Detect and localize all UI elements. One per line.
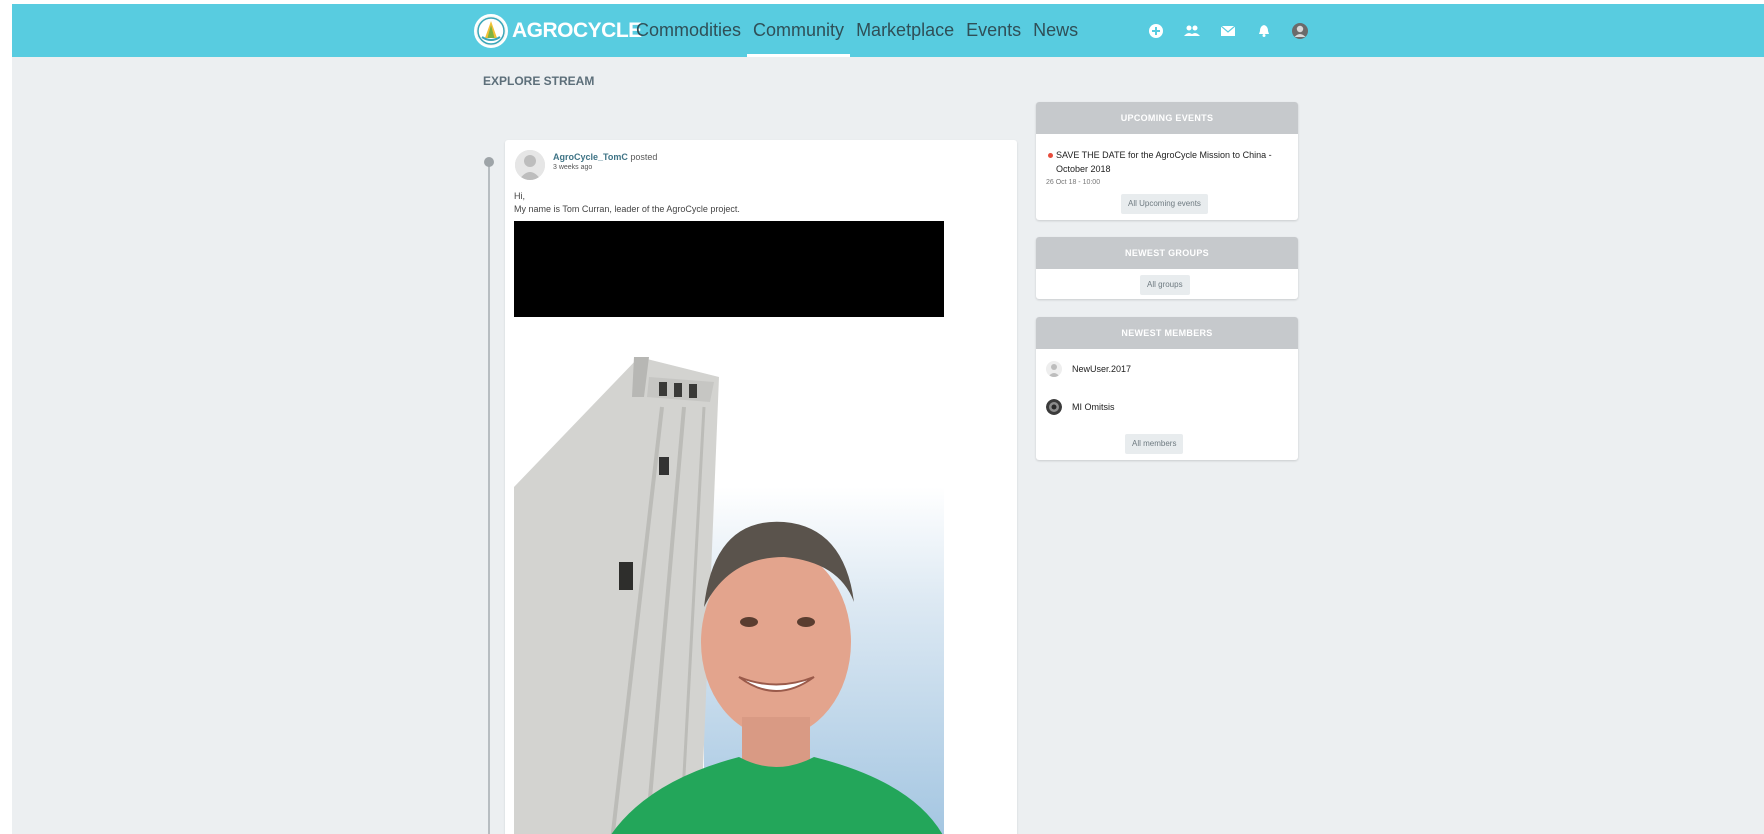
author-avatar[interactable] bbox=[515, 150, 545, 180]
all-members-button[interactable]: All members bbox=[1125, 434, 1184, 454]
event-date: 26 Oct 18 - 10:00 bbox=[1046, 179, 1101, 186]
timeline-line bbox=[488, 162, 490, 834]
post-text-line: My name is Tom Curran, leader of the Agr… bbox=[514, 204, 740, 214]
stream-title: EXPLORE STREAM bbox=[483, 74, 595, 88]
post-action: posted bbox=[630, 152, 658, 162]
main-nav: Commodities Community Marketplace Events… bbox=[630, 4, 1084, 57]
brand-name: AGROCYCLE bbox=[512, 19, 642, 42]
member-item[interactable]: NewUser.2017 bbox=[1046, 361, 1131, 377]
event-indicator-dot bbox=[1048, 153, 1053, 158]
widget-header: NEWEST GROUPS bbox=[1036, 237, 1298, 269]
all-groups-button[interactable]: All groups bbox=[1140, 275, 1190, 295]
stream-post: AgroCycle_TomC posted 3 weeks ago Hi, My… bbox=[505, 140, 1017, 834]
event-link[interactable]: SAVE THE DATE for the AgroCycle Mission … bbox=[1056, 148, 1286, 176]
header-icons bbox=[1144, 4, 1324, 57]
post-time[interactable]: 3 weeks ago bbox=[553, 164, 592, 171]
upcoming-events-widget: UPCOMING EVENTS SAVE THE DATE for the Ag… bbox=[1036, 102, 1298, 220]
member-avatar bbox=[1046, 399, 1062, 415]
brand-logo[interactable]: AGROCYCLE bbox=[474, 12, 642, 50]
widget-header: NEWEST MEMBERS bbox=[1036, 317, 1298, 349]
member-name: NewUser.2017 bbox=[1072, 364, 1132, 374]
newest-groups-widget: NEWEST GROUPS All groups bbox=[1036, 237, 1298, 299]
post-author-link[interactable]: AgroCycle_TomC bbox=[553, 152, 628, 162]
post-photo[interactable] bbox=[514, 357, 944, 834]
nav-events[interactable]: Events bbox=[960, 4, 1027, 57]
member-name: MI Omitsis bbox=[1072, 402, 1115, 412]
agrocycle-logo-icon bbox=[474, 14, 508, 48]
user-avatar[interactable] bbox=[1288, 19, 1312, 43]
mail-icon[interactable] bbox=[1216, 19, 1240, 43]
member-avatar bbox=[1046, 361, 1062, 377]
post-header: AgroCycle_TomC posted bbox=[553, 152, 657, 162]
all-upcoming-events-button[interactable]: All Upcoming events bbox=[1121, 194, 1208, 214]
newest-members-widget: NEWEST MEMBERS NewUser.2017 MI Omitsis A… bbox=[1036, 317, 1298, 460]
post-text-line: Hi, bbox=[514, 191, 525, 201]
top-navigation-bar: AGROCYCLE Commodities Community Marketpl… bbox=[12, 4, 1764, 57]
embedded-media-black[interactable] bbox=[514, 221, 944, 317]
widget-header: UPCOMING EVENTS bbox=[1036, 102, 1298, 134]
nav-community[interactable]: Community bbox=[747, 4, 851, 57]
member-item[interactable]: MI Omitsis bbox=[1046, 399, 1115, 415]
post-body: Hi, My name is Tom Curran, leader of the… bbox=[514, 190, 740, 216]
page: AGROCYCLE Commodities Community Marketpl… bbox=[12, 4, 1764, 834]
nav-news[interactable]: News bbox=[1027, 4, 1084, 57]
nav-commodities[interactable]: Commodities bbox=[630, 4, 747, 57]
users-icon[interactable] bbox=[1180, 19, 1204, 43]
bell-icon[interactable] bbox=[1252, 19, 1276, 43]
plus-circle-icon[interactable] bbox=[1144, 19, 1168, 43]
timeline-dot bbox=[484, 157, 494, 167]
nav-marketplace[interactable]: Marketplace bbox=[850, 4, 960, 57]
